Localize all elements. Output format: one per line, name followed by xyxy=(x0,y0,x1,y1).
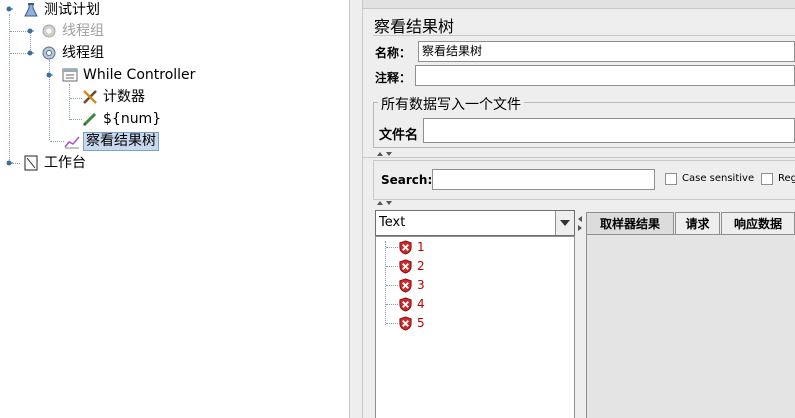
comment-input[interactable] xyxy=(415,65,795,86)
tree-connector xyxy=(69,84,70,120)
horizontal-splitter[interactable] xyxy=(363,150,795,158)
gear-icon xyxy=(42,24,56,38)
tree-connector xyxy=(386,266,398,267)
view-results-tree-panel: 察看结果树 名称： 察看结果树 注释： 所有数据写入一个文件 文件名 Searc… xyxy=(363,0,795,418)
panel-top-strip xyxy=(363,0,795,9)
tree-connector xyxy=(386,304,398,305)
regex-label: Reg xyxy=(778,173,795,184)
case-sensitive-label: Case sensitive xyxy=(682,173,755,184)
vertical-splitter[interactable] xyxy=(349,0,363,418)
tree-node-view-results-tree[interactable]: 察看结果树 xyxy=(64,131,159,151)
tree-node-thread-group-disabled[interactable]: 线程组 xyxy=(41,21,106,41)
tab-response-data[interactable]: 响应数据 xyxy=(721,212,795,234)
results-splitter[interactable] xyxy=(575,210,585,418)
expand-handle-icon[interactable] xyxy=(5,5,13,13)
renderer-select[interactable]: Text xyxy=(375,210,575,236)
write-file-group-title: 所有数据写入一个文件 xyxy=(378,94,524,114)
tree-node-thread-group[interactable]: 线程组 xyxy=(41,43,106,63)
tree-node-workbench[interactable]: 工作台 xyxy=(23,153,88,173)
result-item[interactable]: 5 xyxy=(386,314,425,333)
gear-icon xyxy=(42,46,56,60)
pencil-icon xyxy=(82,112,97,127)
tab-content-area xyxy=(586,234,795,418)
error-shield-icon xyxy=(399,259,412,274)
search-label: Search: xyxy=(381,173,433,187)
tree-connector xyxy=(70,98,82,99)
error-shield-icon xyxy=(399,316,412,331)
filename-input[interactable] xyxy=(423,118,795,143)
results-list[interactable]: 1 2 3 4 5 xyxy=(375,236,575,418)
result-label: 5 xyxy=(417,316,425,330)
panel-title: 察看结果树 xyxy=(374,17,455,36)
result-item[interactable]: 4 xyxy=(386,295,425,314)
result-item[interactable]: 1 xyxy=(386,238,425,257)
tree-connector xyxy=(386,323,398,324)
expand-handle-icon[interactable] xyxy=(5,159,13,167)
tree-connector xyxy=(386,247,398,248)
tab-request[interactable]: 请求 xyxy=(675,212,720,234)
filename-label: 文件名 xyxy=(379,128,419,143)
divider xyxy=(373,35,795,36)
tree-node-label: 线程组 xyxy=(62,45,104,61)
error-shield-icon xyxy=(399,240,412,255)
flask-icon xyxy=(24,3,38,17)
tree-node-counter[interactable]: 计数器 xyxy=(82,87,147,107)
name-label: 名称： xyxy=(375,46,412,60)
tree-connector xyxy=(50,141,64,142)
tree-node-label: ${num} xyxy=(103,111,162,127)
tree-node-label: 察看结果树 xyxy=(83,131,159,151)
result-item[interactable]: 3 xyxy=(386,276,425,295)
result-label: 3 xyxy=(417,278,425,292)
tree-node-label: 计数器 xyxy=(103,89,145,105)
name-input[interactable]: 察看结果树 xyxy=(418,41,795,62)
comment-label: 注释： xyxy=(375,71,412,85)
expand-handle-icon[interactable] xyxy=(26,49,34,57)
result-label: 2 xyxy=(417,259,425,273)
regex-checkbox[interactable] xyxy=(761,173,773,185)
renderer-select-value: Text xyxy=(379,215,406,230)
horizontal-splitter[interactable] xyxy=(373,200,795,207)
tree-connector xyxy=(70,119,82,120)
tab-sampler-result[interactable]: 取样器结果 xyxy=(586,212,674,234)
tree-node-label: 测试计划 xyxy=(44,2,100,18)
tree-node-num-variable[interactable]: ${num} xyxy=(82,109,163,129)
expand-handle-icon[interactable] xyxy=(26,27,34,35)
tree-node-label: While Controller xyxy=(83,67,196,83)
expand-handle-icon[interactable] xyxy=(45,71,53,79)
chevron-down-icon xyxy=(560,220,570,226)
result-item[interactable]: 2 xyxy=(386,257,425,276)
tree-connector xyxy=(9,14,10,162)
collapse-arrows-icon[interactable] xyxy=(377,151,393,157)
tree-node-label: 工作台 xyxy=(44,155,86,171)
dropdown-button[interactable] xyxy=(555,211,574,235)
result-label: 1 xyxy=(417,240,425,254)
search-input[interactable] xyxy=(432,169,655,190)
wrench-icon xyxy=(83,90,97,104)
workbench-icon xyxy=(24,155,38,171)
collapse-arrows-icon[interactable] xyxy=(577,216,583,232)
chart-icon xyxy=(64,136,80,149)
tree-connector xyxy=(386,285,398,286)
tree-node-while-controller[interactable]: While Controller xyxy=(62,65,197,85)
collapse-arrows-icon[interactable] xyxy=(377,200,393,206)
tree-node-label: 线程组 xyxy=(62,23,104,39)
controller-icon xyxy=(62,68,78,82)
tree-node-test-plan[interactable]: 测试计划 xyxy=(23,0,102,20)
test-plan-tree[interactable]: 测试计划 线程组 线程组 While Controller 计数器 ${num}… xyxy=(0,0,349,418)
error-shield-icon xyxy=(399,278,412,293)
result-label: 4 xyxy=(417,297,425,311)
error-shield-icon xyxy=(399,297,412,312)
case-sensitive-checkbox[interactable] xyxy=(665,173,677,185)
